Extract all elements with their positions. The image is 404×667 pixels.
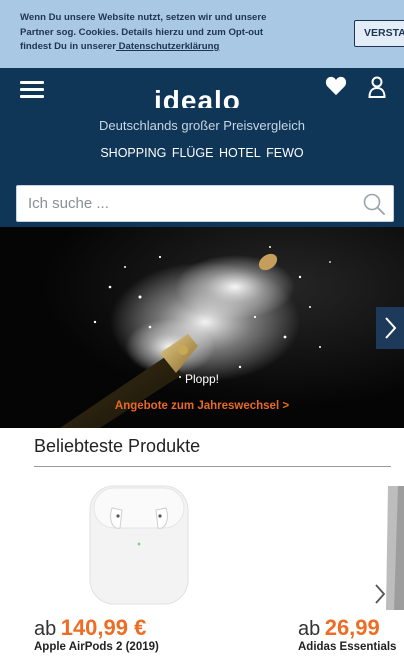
hero-next-button[interactable] [376,307,404,349]
product-price: 140,99 € [60,615,147,640]
cookie-text: Wenn Du unsere Website nutzt, setzen wir… [20,11,338,55]
nav-holiday-homes[interactable]: FEWO [266,146,304,160]
cookie-banner: Wenn Du unsere Website nutzt, setzen wir… [0,0,404,68]
product-name: Adidas Essentials [298,641,397,653]
price-row: ab 140,99 € [34,615,146,644]
adidas-pants-image [386,486,404,610]
product-name: Apple AirPods 2 (2019) [34,641,159,653]
hero-banner[interactable]: Plopp! Angebote zum Jahreswechsel > [0,227,404,428]
main-nav: SHOPPING FLÜGE HOTEL FEWO [0,146,404,160]
hero-title: Plopp! [184,372,220,386]
price-prefix: ab [298,618,321,640]
logo: idealo [154,85,241,108]
hamburger-menu-icon[interactable] [20,81,44,99]
site-header: idealo Deutschlands großer Preisvergleic… [0,68,404,181]
cookie-line-2: Partner sog. Cookies. Details hierzu und… [20,26,264,38]
section-title: Beliebteste Produkte [34,436,201,456]
nav-flights[interactable]: FLÜGE [172,146,214,160]
champagne-bottle-image [60,246,331,428]
tagline: Deutschlands großer Preisvergleich [99,118,305,133]
active-nav-caret [127,99,155,113]
product-card[interactable]: ab 26,99 Adidas Essentials [298,478,404,667]
chevron-right-icon [385,317,397,339]
cookie-accept-button[interactable]: VERSTANDEN [354,20,404,47]
airpods-image [89,485,189,605]
section-divider [34,466,391,467]
nav-hotel[interactable]: HOTEL [219,146,261,160]
price-row: ab 26,99 [298,615,380,644]
privacy-policy-link[interactable]: Datenschutzerklärung [116,41,220,52]
search-box [16,185,394,222]
search-icon[interactable] [362,192,386,216]
heart-icon[interactable] [325,76,347,96]
logo-link[interactable]: idealo [140,80,256,108]
chevron-right-icon[interactable] [373,582,387,606]
search-input[interactable] [17,186,347,221]
nav-shopping[interactable]: SHOPPING [100,146,166,160]
cookie-line-3: findest Du in unserer [20,41,116,52]
product-card[interactable]: ab 140,99 € Apple AirPods 2 (2019) [34,478,284,667]
hero-cta-link[interactable]: Angebote zum Jahreswechsel > [0,400,404,412]
price-prefix: ab [34,618,57,640]
product-price: 26,99 [324,615,380,640]
cookie-line-1: Wenn Du unsere Website nutzt, setzen wir… [20,12,267,23]
user-icon[interactable] [368,76,386,98]
